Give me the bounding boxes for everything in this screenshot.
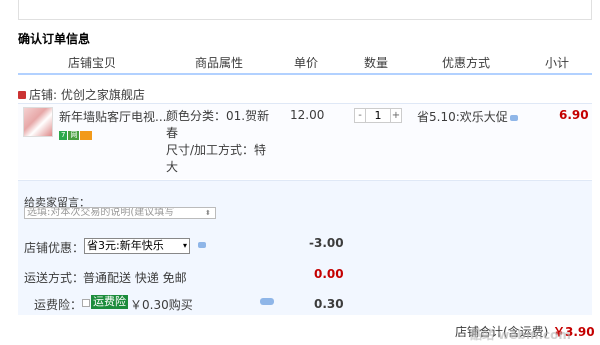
insurance-price: ￥0.30购买 xyxy=(130,298,193,312)
attr-size: 尺寸/加工方式：特大 xyxy=(166,143,267,174)
insurance-label: 运费险： xyxy=(34,298,83,312)
insurance-checkbox[interactable] xyxy=(82,299,90,307)
insurance-info-icon[interactable] xyxy=(260,298,274,305)
promo-text: 省5.10:欢乐大促 xyxy=(417,108,518,125)
discount-label: 店铺优惠： xyxy=(24,241,85,255)
header-divider xyxy=(18,73,592,75)
shop-icon xyxy=(18,91,26,99)
col-header-attrs: 商品属性 xyxy=(195,56,244,70)
message-placeholder: 选填:对本次交易的说明(建议填写 xyxy=(27,207,175,218)
insurance-badge: 运费险 xyxy=(91,295,128,309)
promo-info-icon[interactable] xyxy=(509,114,518,121)
column-headers: 店铺宝贝 商品属性 单价 数量 优惠方式 小计 xyxy=(18,54,592,72)
order-options-panel: 给卖家留言： 选填:对本次交易的说明(建议填写 ⬍ 店铺优惠： 省3元:新年快乐… xyxy=(18,180,592,315)
shipping-amount: 0.00 xyxy=(314,267,344,281)
discount-info-icon[interactable] xyxy=(198,242,206,248)
previous-section-box xyxy=(18,0,592,20)
col-header-subtotal: 小计 xyxy=(545,56,570,70)
resize-icon[interactable]: ⬍ xyxy=(205,209,213,217)
shop-row: 店铺: 优创之家旗舰店 xyxy=(18,86,145,103)
message-to-seller-input[interactable]: 选填:对本次交易的说明(建议填写 ⬍ xyxy=(24,207,216,219)
unit-price: 12.00 xyxy=(290,108,325,122)
credit-card-icon xyxy=(80,131,93,140)
col-header-item: 店铺宝贝 xyxy=(68,56,117,70)
col-header-promo: 优惠方式 xyxy=(442,56,491,70)
attr-color: 颜色分类：01.贺新春 xyxy=(166,109,270,140)
service-badges: 7网 xyxy=(59,131,93,141)
discount-selected: 省3元:新年快乐 xyxy=(87,239,164,252)
guarantee-icon: 网 xyxy=(68,131,80,140)
product-thumbnail[interactable] xyxy=(23,107,53,137)
shipping-label: 运送方式： xyxy=(24,271,85,285)
shop-discount-select[interactable]: 省3元:新年快乐 ▾ xyxy=(84,238,190,254)
product-attributes: 颜色分类：01.贺新春 尺寸/加工方式：特大 xyxy=(166,108,276,176)
promo-label: 省5.10:欢乐大促 xyxy=(417,110,508,124)
col-header-price: 单价 xyxy=(294,56,319,70)
chevron-down-icon: ▾ xyxy=(182,241,187,250)
watermark: 酷站 webm.com xyxy=(470,328,571,342)
qty-minus-button[interactable]: - xyxy=(354,108,366,123)
col-header-qty: 数量 xyxy=(364,56,389,70)
qty-plus-button[interactable]: + xyxy=(390,108,402,123)
section-title: 确认订单信息 xyxy=(18,32,91,46)
product-title[interactable]: 新年墙贴客厅电视... xyxy=(59,108,169,125)
insurance-amount: 0.30 xyxy=(314,297,344,311)
order-item: 新年墙贴客厅电视... 7网 颜色分类：01.贺新春 尺寸/加工方式：特大 12… xyxy=(18,103,592,179)
item-subtotal: 6.90 xyxy=(559,108,589,122)
discount-amount: -3.00 xyxy=(309,236,344,250)
qty-input[interactable]: 1 xyxy=(366,108,390,123)
quantity-stepper: - 1 + xyxy=(354,108,402,123)
seven-day-return-icon: 7 xyxy=(59,131,68,140)
shipping-method: 普通配送 快递 免邮 xyxy=(83,271,187,285)
shop-name[interactable]: 店铺: 优创之家旗舰店 xyxy=(29,88,145,102)
